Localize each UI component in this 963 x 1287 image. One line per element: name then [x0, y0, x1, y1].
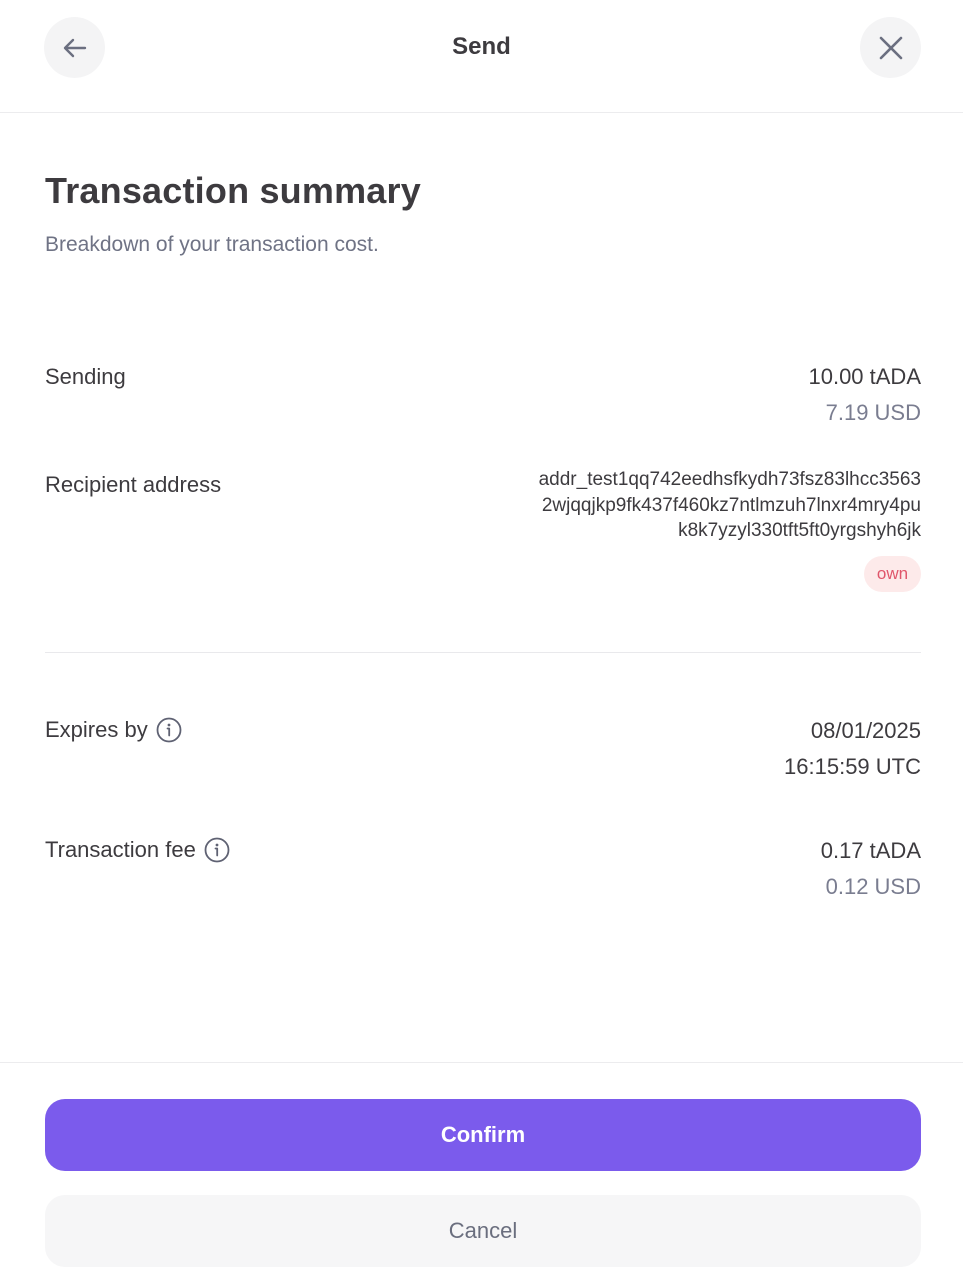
confirm-button[interactable]: Confirm: [45, 1099, 921, 1171]
address-line: k8k7yzyl330tft5ft0yrgshyh6jk: [678, 520, 921, 541]
close-button[interactable]: [860, 17, 921, 78]
sending-label: Sending: [45, 364, 126, 390]
sending-amount: 10.00 tADA: [808, 364, 921, 389]
fee-fiat: 0.12 USD: [825, 874, 921, 899]
address-line: 2wjqqjkp9fk437f460kz7ntlmzuh7lnxr4mry4pu: [541, 494, 921, 516]
recipient-label: Recipient address: [45, 472, 221, 498]
recipient-label-text: Recipient address: [45, 472, 222, 497]
page-title: Transaction summary: [45, 170, 421, 211]
section-divider: [45, 652, 921, 653]
recipient-address: addr_test1qq742eedhsfkydh73fsz83lhcc3563…: [481, 467, 921, 544]
fee-amount: 0.17 tADA: [820, 838, 921, 863]
cancel-button[interactable]: Cancel: [45, 1195, 921, 1267]
address-line: addr_test1qq742eedhsfkydh73fsz83lhcc3563: [538, 469, 921, 490]
sending-label-text: Sending: [45, 364, 126, 389]
own-badge: own: [864, 556, 921, 592]
expires-label-text: Expires by: [45, 717, 148, 742]
page-subtitle: Breakdown of your transaction cost.: [45, 233, 379, 256]
expires-date: 08/01/2025: [810, 718, 921, 743]
footer-divider: [0, 1062, 963, 1063]
sending-fiat: 7.19 USD: [825, 400, 921, 425]
fee-label-text: Transaction fee: [45, 837, 196, 862]
header-bar: Send: [0, 0, 963, 113]
expires-time: 16:15:59 UTC: [784, 754, 921, 779]
expires-label: Expires by: [45, 717, 182, 743]
fee-label: Transaction fee: [45, 837, 230, 863]
info-icon[interactable]: [156, 717, 182, 743]
info-icon[interactable]: [204, 837, 230, 863]
close-icon: [879, 36, 902, 59]
header-title: Send: [452, 33, 511, 60]
